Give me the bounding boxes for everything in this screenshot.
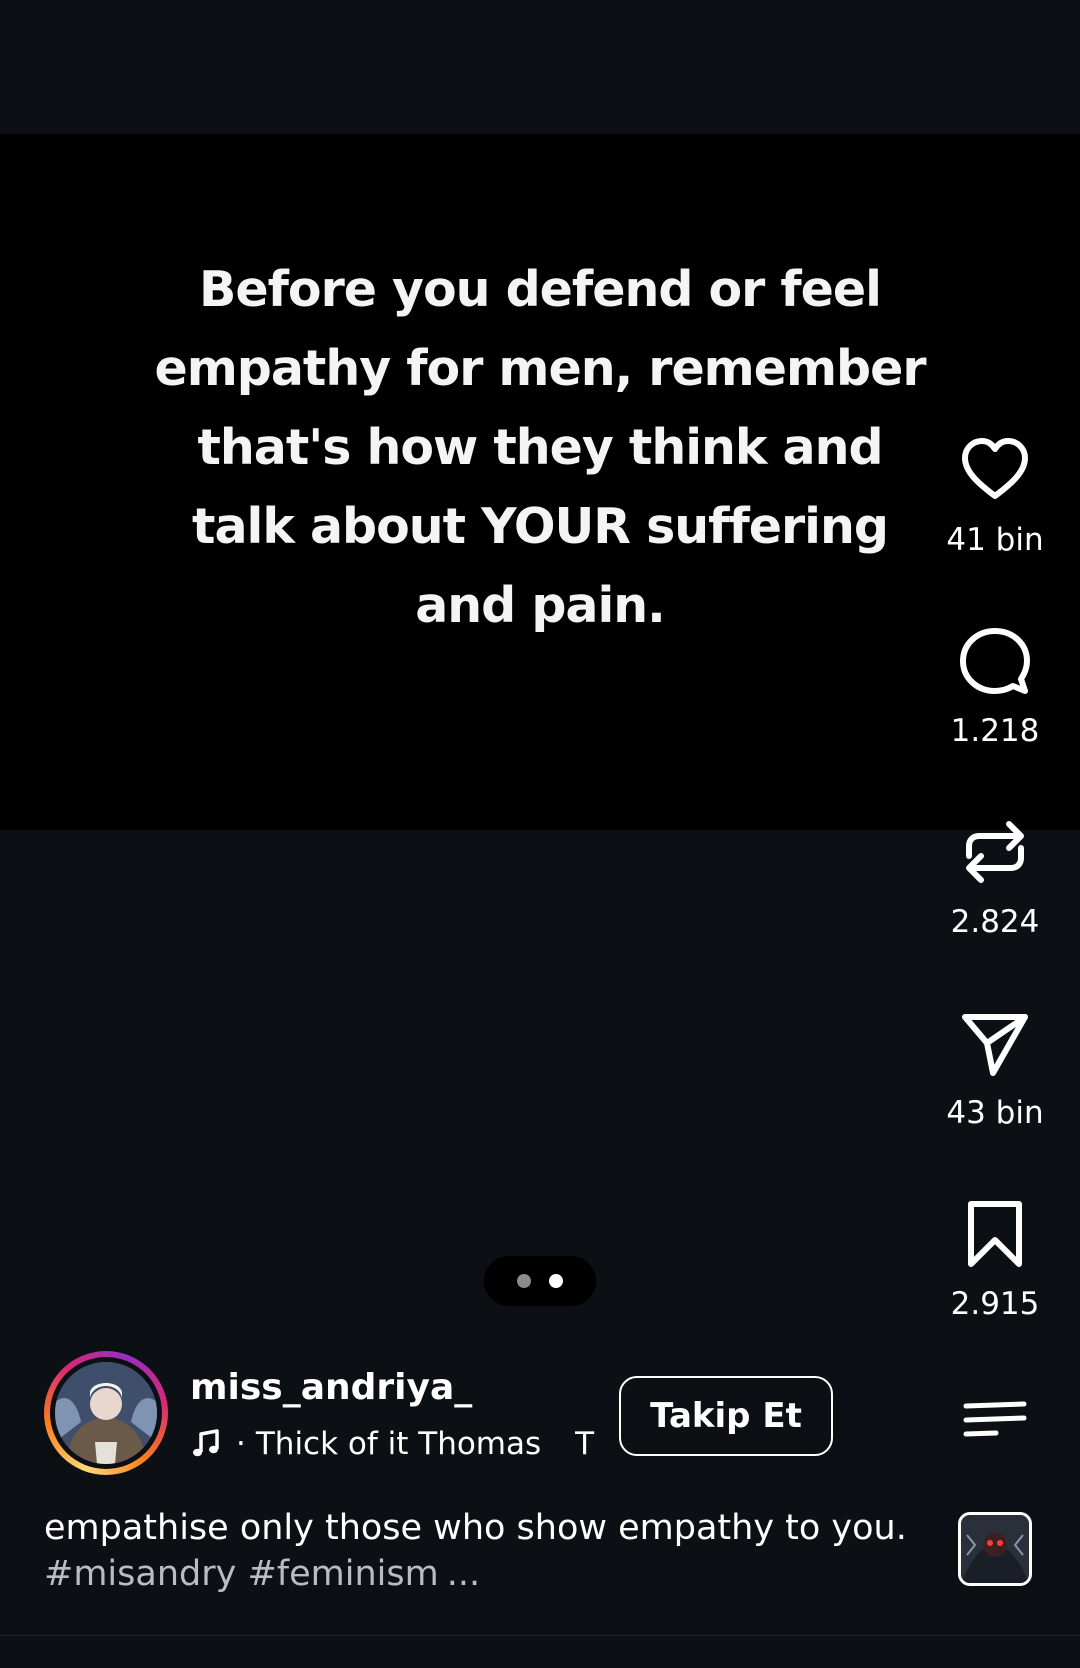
- share-button[interactable]: 43 bin: [940, 1003, 1050, 1173]
- repost-icon: [966, 821, 1024, 883]
- caption-text: empathise only those who show empathy to…: [44, 1508, 907, 1548]
- comment-icon: [960, 628, 1030, 694]
- menu-icon: [963, 1401, 1027, 1437]
- carousel-indicator: [484, 1256, 596, 1306]
- comment-count: 1.218: [950, 713, 1040, 749]
- carousel-dot-active: [549, 1274, 563, 1288]
- music-note-icon: [193, 1429, 219, 1457]
- caption-more[interactable]: ...: [447, 1554, 480, 1594]
- share-count: 43 bin: [946, 1095, 1044, 1131]
- avatar-image: [55, 1362, 157, 1464]
- post-text: Before you defend or feel empathy for me…: [154, 261, 926, 634]
- heart-icon: [962, 438, 1028, 499]
- audio-thumbnail[interactable]: [958, 1512, 1032, 1586]
- caption-hashtags[interactable]: #misandry #feminism: [44, 1554, 439, 1594]
- carousel-dot: [517, 1274, 531, 1288]
- author-username[interactable]: miss_andriya_: [190, 1367, 472, 1408]
- follow-button[interactable]: Takip Et: [619, 1376, 833, 1456]
- like-button[interactable]: 41 bin: [940, 430, 1050, 600]
- like-count: 41 bin: [946, 522, 1044, 558]
- music-title: Thick of it Thomas: [255, 1426, 542, 1462]
- avatar: [55, 1362, 157, 1464]
- post-caption[interactable]: empathise only those who show empathy to…: [44, 1505, 944, 1597]
- send-icon: [962, 1014, 1028, 1076]
- more-options-button[interactable]: [962, 1400, 1028, 1440]
- music-title-overflow: T: [575, 1426, 595, 1462]
- save-count: 2.915: [950, 1286, 1040, 1322]
- audio-cover-image: [961, 1515, 1029, 1583]
- bookmark-icon: [968, 1201, 1022, 1267]
- repost-button[interactable]: 2.824: [940, 812, 1050, 982]
- music-info[interactable]: · Thick of it Thomas T: [190, 1424, 594, 1464]
- divider: [0, 1635, 1080, 1636]
- repost-count: 2.824: [950, 904, 1040, 940]
- comment-button[interactable]: 1.218: [940, 621, 1050, 791]
- save-button[interactable]: 2.915: [940, 1194, 1050, 1364]
- story-ring[interactable]: [44, 1351, 168, 1475]
- music-separator: ·: [236, 1426, 246, 1462]
- reels-screen: Before you defend or feel empathy for me…: [0, 0, 1080, 1668]
